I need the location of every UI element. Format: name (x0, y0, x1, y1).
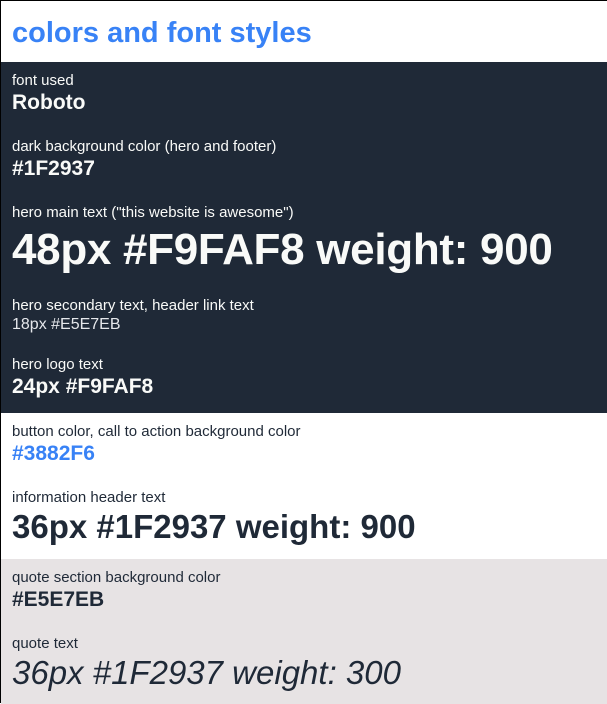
information-header-value: 36px #1F2937 weight: 900 (12, 508, 416, 545)
hero-logo-text-block: hero logo text 24px #F9FAF8 (12, 356, 153, 400)
hero-logo-text-value: 24px #F9FAF8 (12, 375, 154, 398)
font-used-label: font used (12, 72, 74, 89)
light-section: button color, call to action background … (1, 413, 607, 559)
information-header-block: information header text 36px #1F2937 wei… (12, 489, 416, 547)
page-title: colors and font styles (12, 17, 312, 49)
quote-text-label: quote text (12, 635, 78, 652)
hero-main-text-block: hero main text ("this website is awesome… (12, 204, 553, 276)
font-used-block: font used Roboto (12, 72, 85, 116)
quote-bg-color-label: quote section background color (12, 569, 221, 586)
quote-text-value: 36px #1F2937 weight: 300 (12, 654, 401, 691)
quote-bg-color-value: #E5E7EB (12, 588, 105, 611)
font-used-value: Roboto (12, 91, 86, 114)
hero-logo-text-label: hero logo text (12, 356, 103, 373)
quote-bg-color-block: quote section background color #E5E7EB (12, 569, 220, 613)
hero-secondary-text-label: hero secondary text, header link text (12, 297, 254, 314)
button-color-value: #3882F6 (12, 442, 95, 465)
hero-secondary-text-block: hero secondary text, header link text 18… (12, 297, 254, 335)
dark-bg-color-block: dark background color (hero and footer) … (12, 138, 276, 182)
quote-section: quote section background color #E5E7EB q… (1, 559, 607, 704)
quote-text-block: quote text 36px #1F2937 weight: 300 (12, 635, 401, 693)
information-header-label: information header text (12, 489, 166, 506)
dark-bg-color-value: #1F2937 (12, 157, 95, 180)
hero-main-text-label: hero main text ("this website is awesome… (12, 204, 294, 221)
style-guide-page: colors and font styles font used Roboto … (0, 0, 607, 704)
hero-main-text-value: 48px #F9FAF8 weight: 900 (12, 225, 553, 274)
dark-bg-color-label: dark background color (hero and footer) (12, 138, 277, 155)
button-color-block: button color, call to action background … (12, 423, 301, 467)
hero-secondary-text-value: 18px #E5E7EB (12, 316, 121, 333)
button-color-label: button color, call to action background … (12, 423, 301, 440)
dark-section: font used Roboto dark background color (… (1, 62, 607, 413)
